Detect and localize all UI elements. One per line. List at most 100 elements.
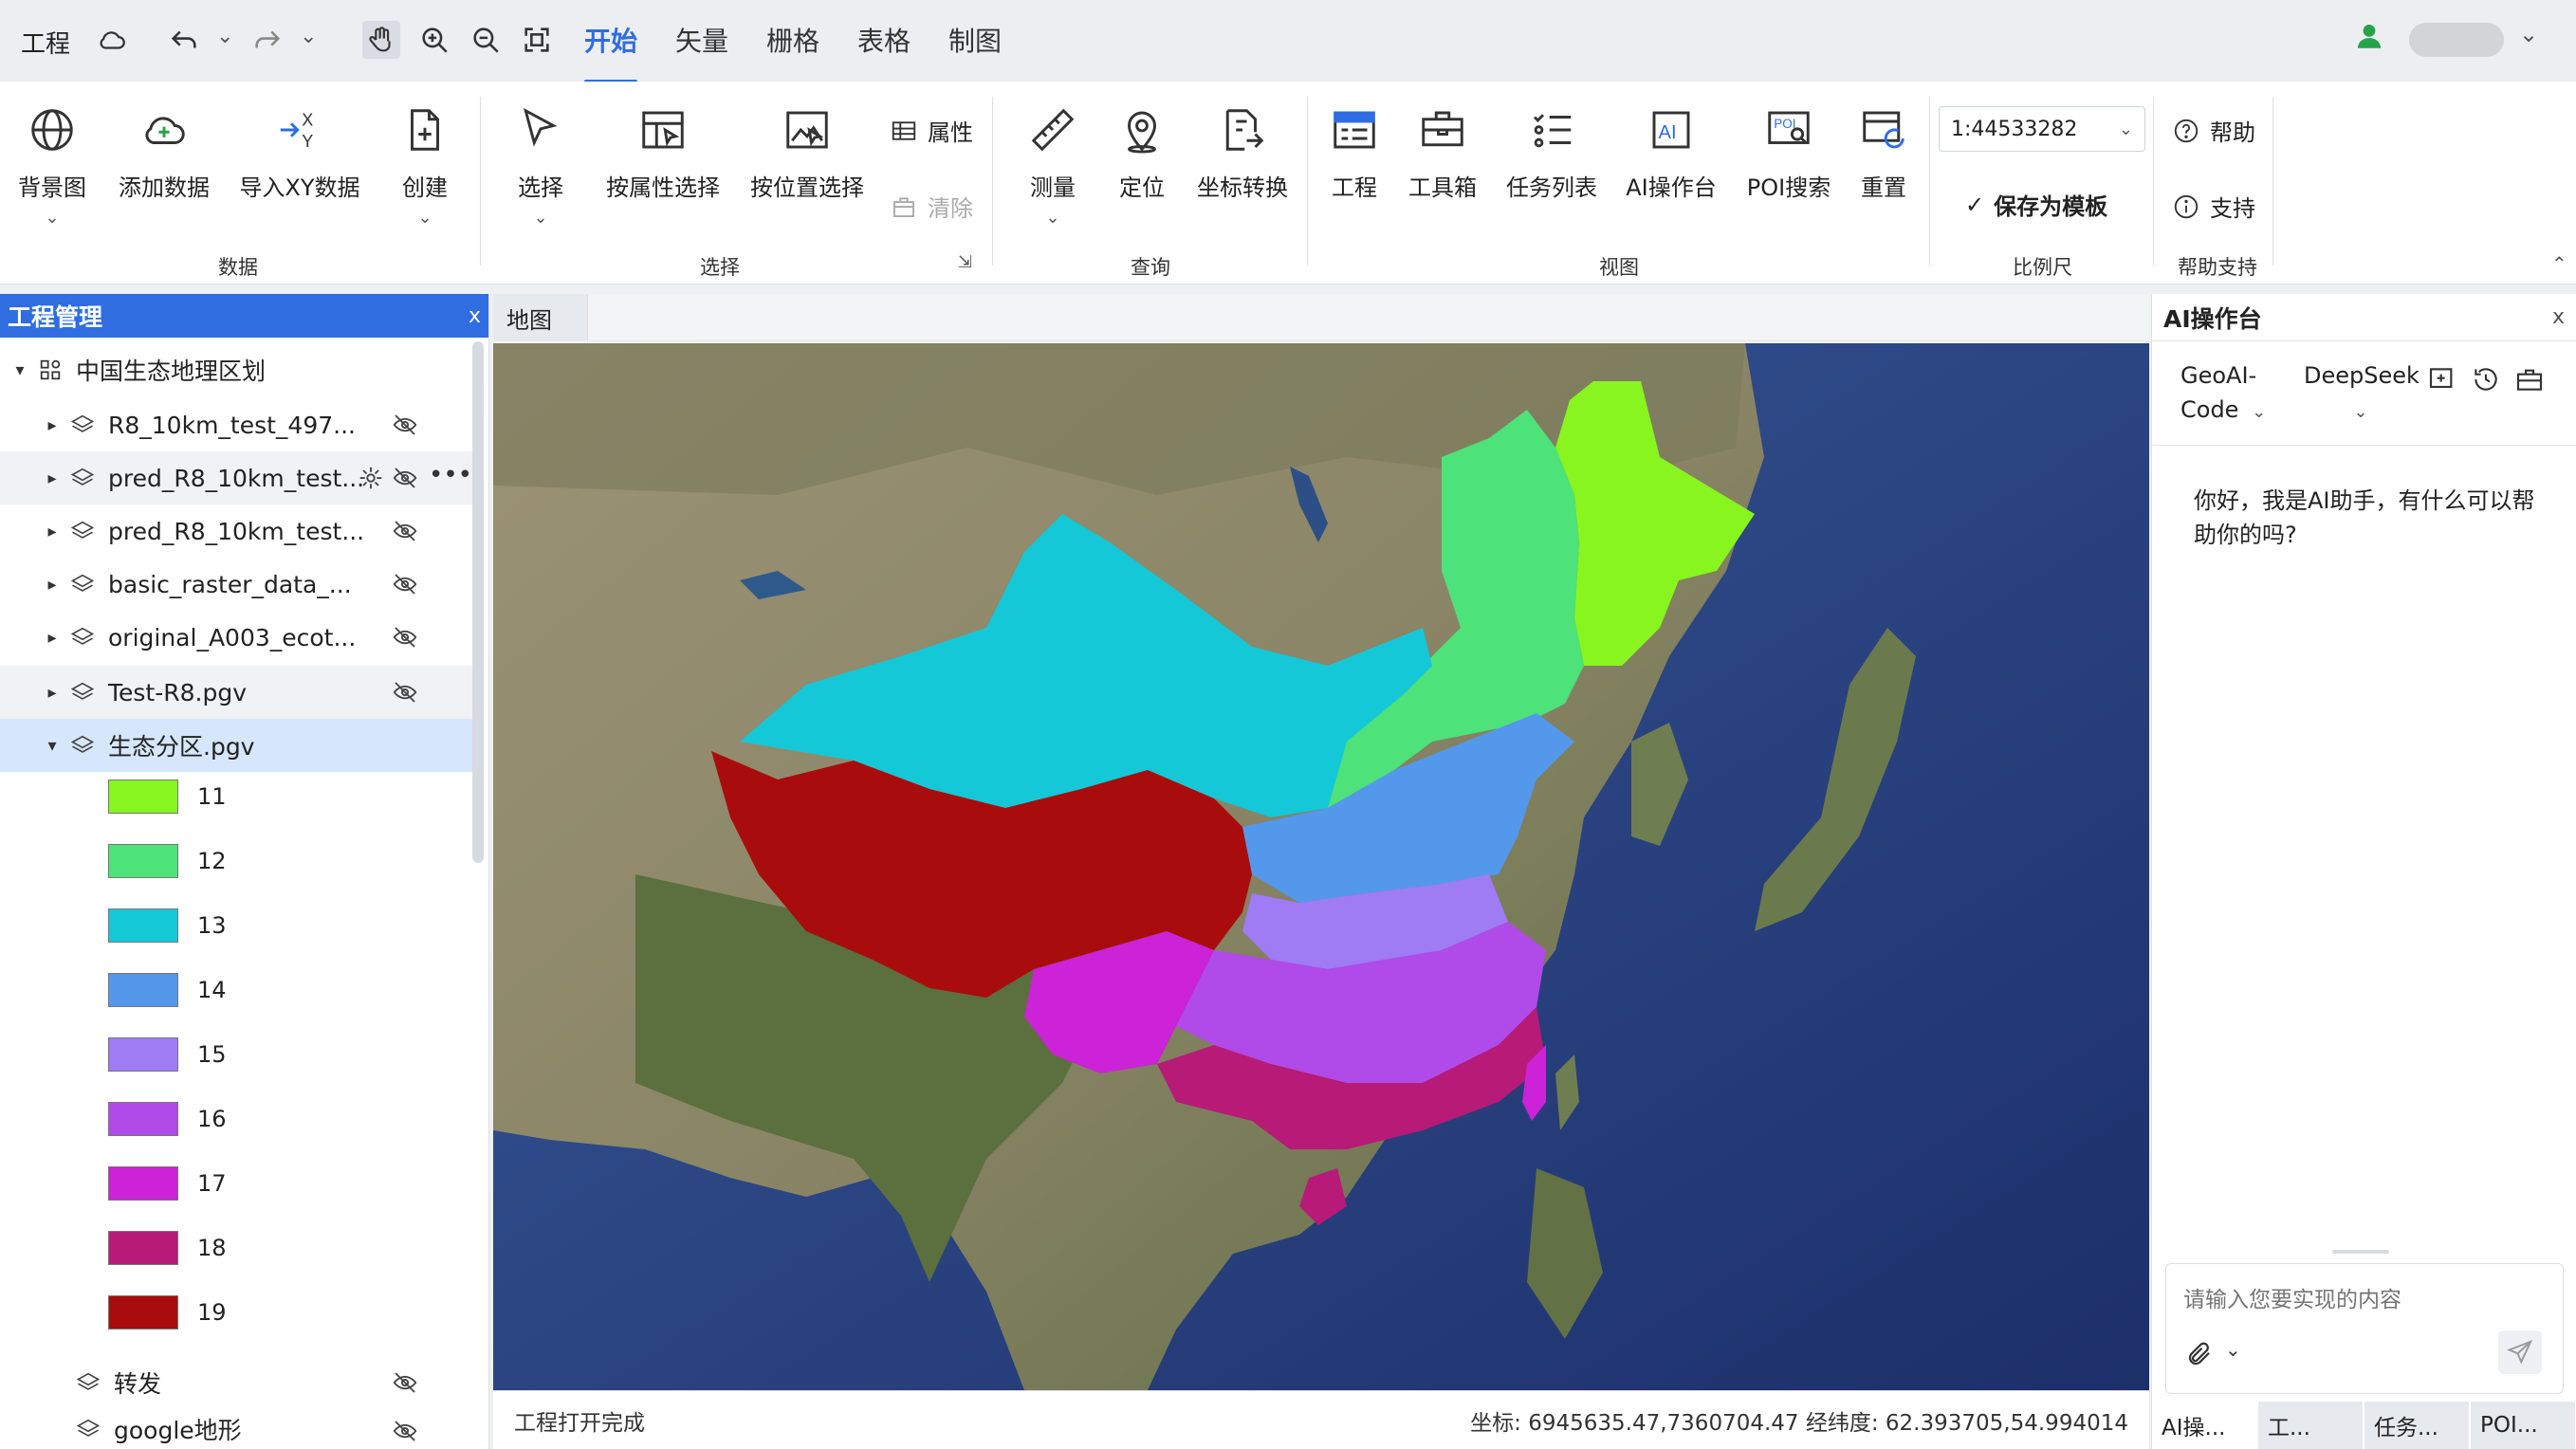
collapse-ribbon-icon[interactable]: ⌃ (2551, 252, 2567, 275)
caret-right-icon[interactable]: ▸ (38, 522, 66, 541)
dialog-launcher-icon[interactable]: ⇲ (958, 252, 972, 272)
legend-item[interactable]: 13 (108, 907, 227, 945)
project-view-button[interactable]: 工程 (1320, 104, 1389, 202)
caret-right-icon[interactable]: ▸ (38, 468, 66, 488)
redo-dropdown-icon[interactable]: ⌄ (300, 25, 317, 48)
legend-item[interactable]: 15 (108, 1036, 227, 1073)
pan-hand-icon[interactable] (362, 21, 400, 59)
undo-icon[interactable] (165, 21, 203, 59)
legend-item[interactable]: 11 (108, 778, 227, 816)
eye-hidden-icon[interactable] (391, 1368, 419, 1397)
project-menu[interactable]: 工程 (21, 25, 70, 60)
eye-hidden-icon[interactable] (391, 1417, 419, 1445)
account-dropdown-icon[interactable]: ⌄ (2519, 21, 2538, 47)
caret-right-icon[interactable]: ▸ (38, 415, 66, 435)
legend-item[interactable]: 18 (108, 1229, 227, 1267)
new-chat-icon[interactable] (2427, 364, 2457, 394)
tab-ai-console[interactable]: AI操... (2152, 1402, 2258, 1449)
tab-project[interactable]: 工... (2258, 1402, 2364, 1449)
tab-map[interactable]: 地图 (493, 294, 588, 341)
model-select-geoai[interactable]: GeoAI-Code ⌄ (2180, 358, 2285, 430)
coordinate-convert-button[interactable]: 坐标转换 (1189, 104, 1296, 202)
legend-swatch[interactable] (108, 1037, 178, 1072)
tab-table[interactable]: 表格 (854, 21, 914, 59)
legend-swatch[interactable] (108, 1166, 178, 1201)
toolbox-icon[interactable] (2514, 364, 2545, 394)
layer-item[interactable]: ▸ pred_R8_10km_test... (0, 504, 474, 558)
redo-icon[interactable] (248, 21, 286, 59)
cloud-icon[interactable] (93, 21, 131, 59)
save-template-button[interactable]: ✓ 保存为模板 (1965, 188, 2107, 221)
poi-search-button[interactable]: POI POI搜索 (1741, 104, 1836, 202)
chevron-down-icon[interactable]: ⌄ (2225, 1338, 2241, 1361)
select-by-attribute-button[interactable]: 按属性选择 (603, 104, 723, 202)
tab-cartography[interactable]: 制图 (945, 21, 1005, 59)
layer-item[interactable]: 转发 (0, 1356, 474, 1409)
legend-swatch[interactable] (108, 908, 178, 943)
paperclip-icon[interactable] (2185, 1340, 2214, 1368)
layer-item[interactable]: ▸ pred_R8_10km_test... ••• (0, 451, 474, 504)
zoom-in-icon[interactable] (415, 21, 453, 59)
support-button[interactable]: 支持 (2172, 190, 2255, 223)
eye-hidden-icon[interactable] (391, 411, 419, 439)
layer-item[interactable]: ▸ R8_10km_test_497... (0, 398, 474, 451)
chat-input[interactable] (2166, 1264, 2563, 1321)
user-icon[interactable] (2350, 17, 2388, 55)
layer-item[interactable]: ▸ Test-R8.pgv (0, 666, 474, 719)
legend-item[interactable]: 14 (108, 971, 227, 1009)
legend-swatch[interactable] (108, 1102, 178, 1136)
eye-hidden-icon[interactable] (391, 678, 419, 706)
reset-view-button[interactable]: 重置 (1849, 104, 1918, 202)
zoom-out-icon[interactable] (467, 21, 505, 59)
eye-hidden-icon[interactable] (391, 517, 419, 545)
basemap-button[interactable]: 背景图 ⌄ (11, 104, 93, 228)
help-button[interactable]: 帮助 (2172, 114, 2255, 147)
legend-item[interactable]: 19 (108, 1293, 227, 1331)
tree-scrollbar[interactable] (472, 341, 484, 863)
send-button[interactable] (2498, 1330, 2542, 1374)
legend-swatch[interactable] (108, 1231, 178, 1265)
locate-button[interactable]: 定位 (1104, 104, 1180, 202)
ai-console-button[interactable]: AI AI操作台 (1624, 104, 1719, 202)
tab-vector[interactable]: 矢量 (672, 21, 732, 59)
model-select-deepseek[interactable]: DeepSeek ⌄ (2304, 358, 2420, 430)
tab-raster[interactable]: 栅格 (763, 21, 823, 59)
legend-swatch[interactable] (108, 844, 178, 878)
close-icon[interactable]: x (2552, 305, 2565, 329)
create-button[interactable]: 创建 ⌄ (387, 104, 463, 228)
caret-right-icon[interactable]: ▸ (38, 628, 66, 648)
tab-poi[interactable]: POI... (2471, 1402, 2576, 1449)
legend-item[interactable]: 17 (108, 1165, 227, 1202)
layer-item[interactable]: ▸ basic_raster_data_... (0, 558, 474, 611)
eye-hidden-icon[interactable] (391, 570, 419, 598)
measure-button[interactable]: 测量 ⌄ (1015, 104, 1091, 228)
history-icon[interactable] (2471, 364, 2501, 394)
resize-handle[interactable] (2332, 1250, 2389, 1254)
caret-down-icon[interactable]: ▾ (6, 360, 34, 380)
legend-swatch[interactable] (108, 780, 178, 814)
layer-item[interactable]: google地形 (0, 1409, 474, 1449)
map-canvas[interactable] (493, 343, 2149, 1390)
caret-down-icon[interactable]: ▾ (38, 736, 66, 756)
legend-swatch[interactable] (108, 1295, 178, 1330)
more-options-icon[interactable]: ••• (429, 461, 472, 489)
clear-selection-button[interactable]: 清除 (890, 190, 973, 223)
eye-hidden-icon[interactable] (391, 464, 419, 492)
scale-select[interactable]: 1:44533282 ⌄ (1939, 106, 2145, 152)
close-icon[interactable]: x (469, 304, 481, 328)
select-by-location-button[interactable]: 按位置选择 (747, 104, 867, 202)
undo-dropdown-icon[interactable]: ⌄ (216, 25, 233, 48)
legend-item[interactable]: 12 (108, 842, 227, 880)
legend-swatch[interactable] (108, 973, 178, 1007)
task-list-button[interactable]: 任务列表 (1502, 104, 1601, 202)
import-xy-button[interactable]: XY 导入XY数据 (235, 104, 364, 202)
caret-right-icon[interactable]: ▸ (38, 683, 66, 703)
attributes-button[interactable]: 属性 (890, 114, 973, 147)
full-extent-icon[interactable] (518, 21, 556, 59)
avatar[interactable] (2409, 23, 2504, 57)
layer-item-selected[interactable]: ▾ 生态分区.pgv (0, 719, 474, 772)
tab-tasks[interactable]: 任务... (2364, 1402, 2471, 1449)
add-data-button[interactable]: 添加数据 (112, 104, 216, 202)
tree-root[interactable]: ▾ 中国生态地理区划 (0, 343, 474, 396)
caret-right-icon[interactable]: ▸ (38, 575, 66, 595)
